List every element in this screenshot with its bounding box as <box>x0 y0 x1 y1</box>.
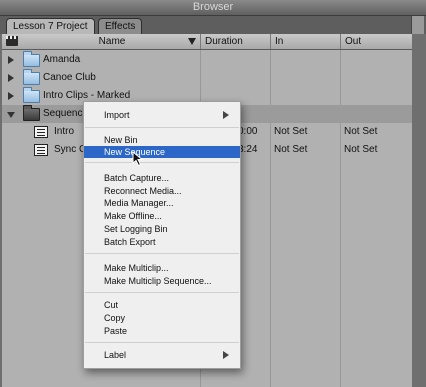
menu-item-import[interactable]: Import <box>84 109 240 121</box>
list-item[interactable]: Canoe Club <box>2 69 412 87</box>
menu-item-copy[interactable]: Copy <box>84 312 240 324</box>
disclosure-triangle-icon[interactable] <box>8 92 14 100</box>
menu-item-batch-export[interactable]: Batch Export <box>84 236 240 248</box>
folder-icon <box>23 51 40 67</box>
menu-item-make-offline[interactable]: Make Offline... <box>84 210 240 222</box>
sequence-icon <box>34 144 48 156</box>
menu-item-set-logging-bin[interactable]: Set Logging Bin <box>84 223 240 235</box>
disclosure-triangle-icon[interactable] <box>8 56 14 64</box>
menu-item-cut[interactable]: Cut <box>84 299 240 311</box>
menu-separator <box>85 127 239 128</box>
menu-item-new-sequence[interactable]: New Sequence <box>84 146 240 158</box>
menu-separator <box>85 292 239 293</box>
out-value: Not Set <box>344 126 378 137</box>
column-duration[interactable]: Duration <box>200 34 270 49</box>
menu-item-label-text: Label <box>104 350 127 360</box>
column-header: Name Duration In Out <box>2 34 412 50</box>
menu-item-batch-capture[interactable]: Batch Capture... <box>84 172 240 184</box>
menu-item-label: Import <box>104 110 130 120</box>
tab-lesson-7-project[interactable]: Lesson 7 Project <box>6 18 95 34</box>
folder-icon <box>23 87 40 103</box>
item-name: Intro <box>54 126 75 137</box>
column-out[interactable]: Out <box>340 34 412 49</box>
column-in[interactable]: In <box>270 34 340 49</box>
item-name: Canoe Club <box>43 72 96 83</box>
submenu-arrow-icon <box>223 111 229 119</box>
disclosure-triangle-icon[interactable] <box>8 74 14 82</box>
context-menu: Import New Bin New Sequence Batch Captur… <box>83 101 241 369</box>
menu-separator <box>85 253 239 254</box>
item-name: Sync C <box>54 144 87 155</box>
disclosure-triangle-icon[interactable] <box>7 112 15 118</box>
tab-strip: Lesson 7 Project Effects <box>0 16 426 34</box>
column-name[interactable]: Name <box>20 34 200 49</box>
sequence-icon <box>34 126 48 138</box>
scrollbar-grip[interactable] <box>411 16 424 34</box>
tab-effects[interactable]: Effects <box>98 18 143 34</box>
menu-separator <box>85 162 239 163</box>
out-value: Not Set <box>344 144 378 155</box>
window-title: Browser <box>192 1 234 13</box>
in-value: Not Set <box>274 126 308 137</box>
menu-separator <box>85 342 239 343</box>
menu-item-new-bin[interactable]: New Bin <box>84 134 240 146</box>
folder-icon <box>23 105 40 121</box>
menu-item-make-multiclip-sequence[interactable]: Make Multiclip Sequence... <box>84 275 240 287</box>
submenu-arrow-icon <box>223 351 229 359</box>
menu-item-label[interactable]: Label <box>84 349 240 361</box>
in-value: Not Set <box>274 144 308 155</box>
menu-item-reconnect-media[interactable]: Reconnect Media... <box>84 185 240 197</box>
menu-item-make-multiclip[interactable]: Make Multiclip... <box>84 262 240 274</box>
menu-item-paste[interactable]: Paste <box>84 325 240 337</box>
clapper-icon <box>6 36 18 46</box>
folder-icon <box>23 69 40 85</box>
list-item[interactable]: Amanda <box>2 51 412 69</box>
menu-item-media-manager[interactable]: Media Manager... <box>84 197 240 209</box>
window-title-bar[interactable]: Browser <box>0 0 426 16</box>
sort-arrow-icon[interactable] <box>188 38 196 45</box>
mouse-pointer-icon <box>132 151 144 167</box>
item-name: Amanda <box>43 54 81 65</box>
